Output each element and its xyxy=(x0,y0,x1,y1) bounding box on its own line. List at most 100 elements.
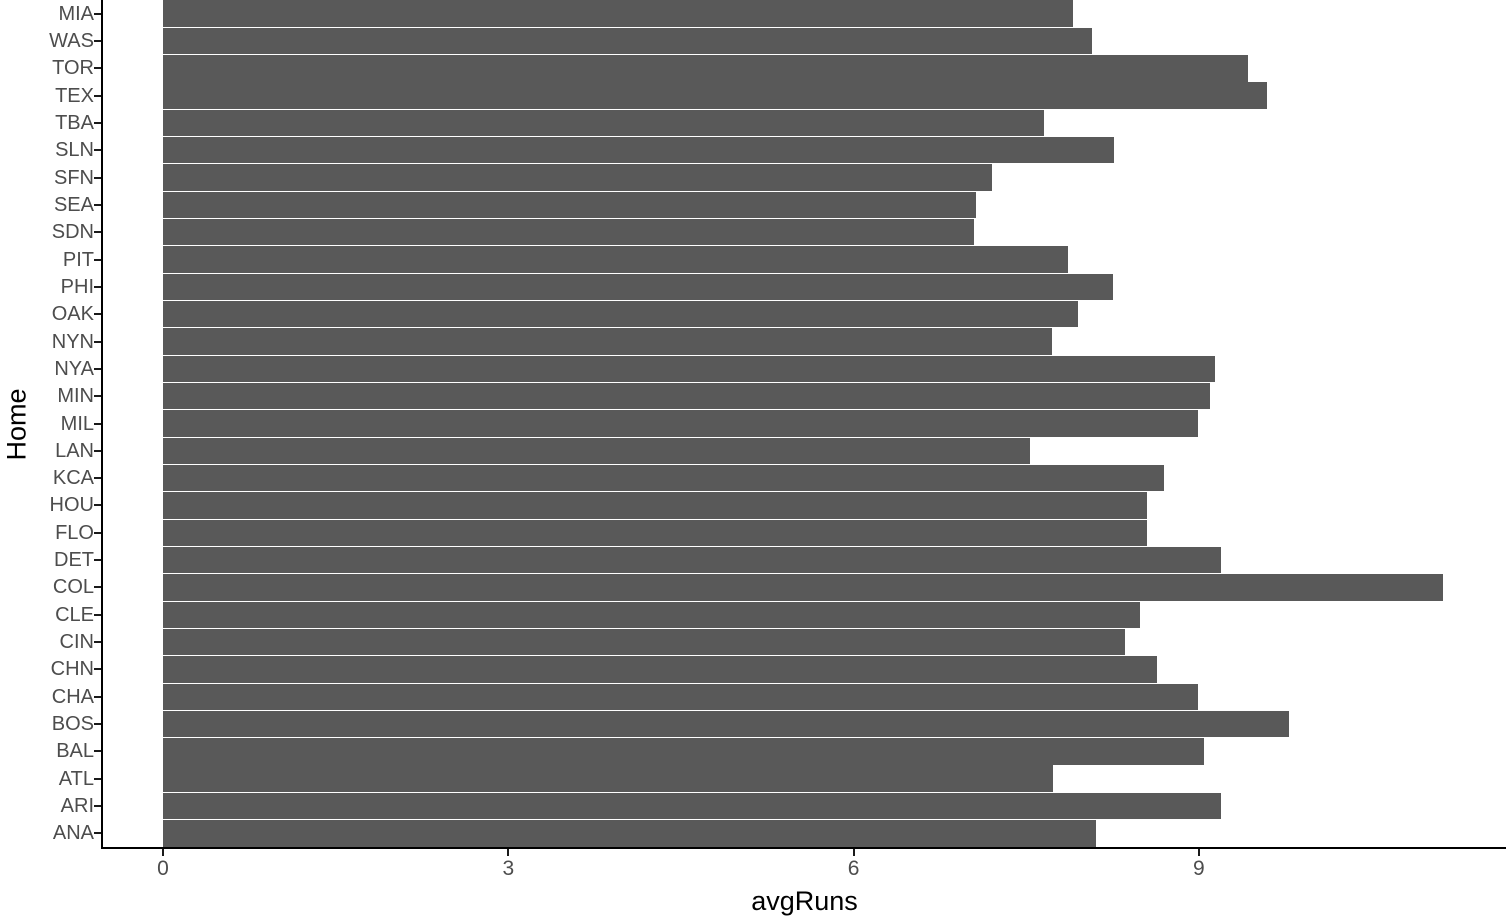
bar xyxy=(163,820,1097,847)
y-axis-tick-label: SEA xyxy=(53,193,94,216)
y-axis-tick-label: FLO xyxy=(55,521,94,544)
bar xyxy=(163,656,1158,683)
y-axis-tick-label: PIT xyxy=(62,248,94,271)
bar xyxy=(163,382,1211,410)
y-axis-tick-label: ARI xyxy=(60,795,94,818)
y-axis-tick-label: BAL xyxy=(56,740,94,763)
bar xyxy=(163,765,1053,792)
y-axis-tick-mark xyxy=(94,504,101,507)
bar xyxy=(163,519,1148,546)
x-axis-tick-labels: 0 3 6 9 xyxy=(0,858,1506,884)
x-axis-tick-label: 0 xyxy=(157,857,169,880)
bar xyxy=(163,0,1074,27)
y-axis-tick-mark xyxy=(94,67,101,70)
bar xyxy=(163,492,1148,519)
bar xyxy=(163,437,1030,465)
y-axis-tick-mark xyxy=(94,422,101,425)
y-axis-tick-mark xyxy=(94,586,101,589)
bar xyxy=(163,137,1114,164)
y-axis-tick-mark xyxy=(94,531,101,534)
bar xyxy=(163,301,1079,328)
x-axis-tick-marks xyxy=(0,849,1506,857)
bar xyxy=(163,246,1068,273)
y-axis-tick-label: NYA xyxy=(54,357,94,380)
bar xyxy=(163,27,1092,55)
y-axis-tick-label: CIN xyxy=(59,631,94,654)
y-axis-tick-label: SDN xyxy=(51,221,94,244)
x-axis-tick-mark xyxy=(1197,849,1200,856)
y-axis-tick-mark xyxy=(94,39,101,42)
y-axis-tick-mark xyxy=(94,176,101,179)
y-axis-tick-label: DET xyxy=(54,549,94,572)
y-axis-tick-mark xyxy=(94,695,101,698)
y-axis-tick-label: MIL xyxy=(60,412,94,435)
y-axis-tick-mark xyxy=(94,94,101,97)
y-axis-tick-label: CHA xyxy=(51,685,94,708)
x-axis-tick-label: 9 xyxy=(1193,857,1205,880)
y-axis-tick-label: COL xyxy=(52,576,94,599)
y-axis-tick-label: PHI xyxy=(60,275,94,298)
y-axis-tick-mark xyxy=(94,258,101,261)
y-axis-tick-label: MIA xyxy=(58,2,94,25)
bar xyxy=(163,464,1165,492)
bar-chart: Home MIA WAS TOR TEX TBA SLN SFN SEA SDN PIT PHI OA… xyxy=(0,0,1506,921)
y-axis-tick-label: HOU xyxy=(49,494,94,517)
bar xyxy=(163,82,1267,109)
y-axis-tick-label: TOR xyxy=(52,57,94,80)
y-axis-tick-mark xyxy=(94,285,101,288)
y-axis-tick-mark xyxy=(94,340,101,343)
bar xyxy=(163,792,1221,820)
y-axis-tick-mark xyxy=(94,805,101,808)
y-axis-tick-label: CHN xyxy=(50,658,94,681)
y-axis-tick-label: TBA xyxy=(55,111,94,134)
y-axis-title-text: Home xyxy=(1,387,32,461)
bar xyxy=(163,328,1052,355)
y-axis-tick-marks xyxy=(94,0,101,848)
y-axis-tick-label: TEX xyxy=(55,84,94,107)
x-axis-tick-label: 3 xyxy=(502,857,515,880)
x-axis-tick-mark xyxy=(162,849,164,856)
y-axis-tick-label: NYN xyxy=(51,330,94,353)
y-axis-tick-mark xyxy=(94,777,101,780)
bar xyxy=(163,164,992,191)
bar xyxy=(163,710,1289,738)
y-axis-tick-label: KCA xyxy=(52,467,94,490)
bar xyxy=(163,574,1443,601)
y-axis-tick-label: ANA xyxy=(52,822,94,845)
bar xyxy=(163,191,976,219)
y-axis-tick-mark xyxy=(94,559,101,562)
y-axis-tick-mark xyxy=(94,12,101,15)
y-axis-tick-mark xyxy=(94,367,101,370)
y-axis-tick-mark xyxy=(94,613,101,616)
bar xyxy=(163,55,1249,82)
y-axis-tick-label: OAK xyxy=(51,303,94,326)
y-axis-tick-mark xyxy=(94,149,101,152)
x-axis-tick-mark xyxy=(852,849,855,856)
x-axis-tick-label: 6 xyxy=(847,857,860,880)
bar xyxy=(163,738,1204,765)
bar xyxy=(163,109,1044,137)
y-axis-title: Home xyxy=(0,0,34,848)
y-axis-tick-mark xyxy=(94,203,101,206)
bar xyxy=(163,410,1198,437)
y-axis-tick-mark xyxy=(94,750,101,753)
y-axis-tick-label: LAN xyxy=(55,439,94,462)
y-axis-tick-label: BOS xyxy=(51,713,94,736)
y-axis-tick-label: CLE xyxy=(55,603,94,626)
y-axis-tick-mark xyxy=(94,395,101,398)
bar xyxy=(163,628,1126,656)
y-axis-tick-mark xyxy=(94,641,101,644)
y-axis-tick-mark xyxy=(94,449,101,452)
y-axis-tick-mark xyxy=(94,832,101,835)
x-axis-tick-mark xyxy=(507,849,510,856)
y-axis-tick-mark xyxy=(94,723,101,726)
plot-panel xyxy=(103,0,1506,847)
bar xyxy=(163,601,1141,628)
y-axis-tick-mark xyxy=(94,313,101,316)
y-axis-tick-label: WAS xyxy=(49,29,94,52)
x-axis-title: avgRuns xyxy=(751,886,858,916)
y-axis-tick-mark xyxy=(94,477,101,480)
bar xyxy=(163,355,1215,383)
y-axis-tick-mark xyxy=(94,668,101,671)
bar xyxy=(163,683,1198,710)
